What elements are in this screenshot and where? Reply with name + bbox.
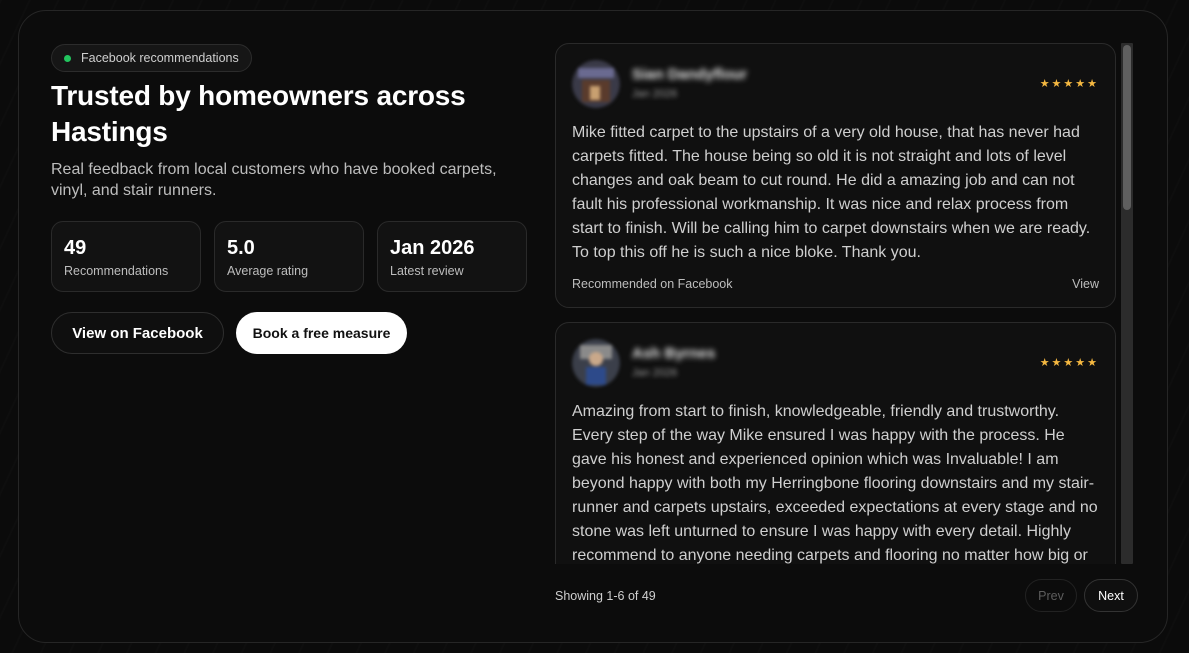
next-button[interactable]: Next xyxy=(1084,579,1138,612)
pagination-status: Showing 1-6 of 49 xyxy=(555,589,656,603)
stat-label: Recommendations xyxy=(64,264,169,278)
stat-average-rating: 5.0 Average rating xyxy=(214,221,364,292)
review-text: Mike fitted carpet to the upstairs of a … xyxy=(572,124,1091,261)
stat-label: Latest review xyxy=(390,264,464,278)
section-title: Trusted by homeowners across Hastings xyxy=(51,80,466,147)
view-on-facebook-button[interactable]: View on Facebook xyxy=(51,312,224,354)
review-date: Jan 2026 xyxy=(632,367,678,379)
stat-label: Average rating xyxy=(227,264,309,278)
view-review-link[interactable]: View xyxy=(1072,277,1099,291)
avatar xyxy=(572,60,620,108)
reviews-list[interactable]: Sian Dandyflour Jan 2026 ★★★★★ Mike fitt… xyxy=(555,43,1138,564)
review-source: Recommended on Facebook xyxy=(572,277,733,291)
rating-stars-icon: ★★★★★ xyxy=(1039,78,1099,90)
section-subtitle: Real feedback from local customers who h… xyxy=(51,161,497,199)
avatar xyxy=(572,339,620,387)
action-buttons: View on Facebook Book a free measure xyxy=(51,312,531,354)
status-dot-icon xyxy=(64,54,71,62)
reviews-section: Facebook recommendations Trusted by home… xyxy=(18,10,1168,643)
reviewer-name: Sian Dandyflour xyxy=(632,66,748,83)
prev-button[interactable]: Prev xyxy=(1025,579,1077,612)
review-text: Amazing from start to finish, knowledgea… xyxy=(572,403,1098,564)
badge-label: Facebook recommendations xyxy=(81,51,239,65)
intro-column: Facebook recommendations Trusted by home… xyxy=(51,44,531,354)
stat-value: 49 xyxy=(64,237,87,259)
review-card: Sian Dandyflour Jan 2026 ★★★★★ Mike fitt… xyxy=(555,43,1116,308)
reviewer-name: Ash Byrnes xyxy=(632,345,716,362)
rating-stars-icon: ★★★★★ xyxy=(1039,357,1099,369)
review-card: Ash Byrnes Jan 2026 ★★★★★ Amazing from s… xyxy=(555,322,1116,564)
book-free-measure-button[interactable]: Book a free measure xyxy=(236,312,407,354)
scrollbar-thumb[interactable] xyxy=(1123,45,1131,210)
review-date: Jan 2026 xyxy=(632,88,678,100)
stat-latest-review: Jan 2026 Latest review xyxy=(377,221,527,292)
facebook-badge: Facebook recommendations xyxy=(51,44,252,72)
pagination: Showing 1-6 of 49 Prev Next xyxy=(555,579,1138,613)
stat-value: 5.0 xyxy=(227,237,255,259)
stat-value: Jan 2026 xyxy=(390,237,475,259)
stat-recommendations: 49 Recommendations xyxy=(51,221,201,292)
stats-row: 49 Recommendations 5.0 Average rating Ja… xyxy=(51,221,531,292)
reviews-scrollbar[interactable] xyxy=(1121,43,1133,564)
